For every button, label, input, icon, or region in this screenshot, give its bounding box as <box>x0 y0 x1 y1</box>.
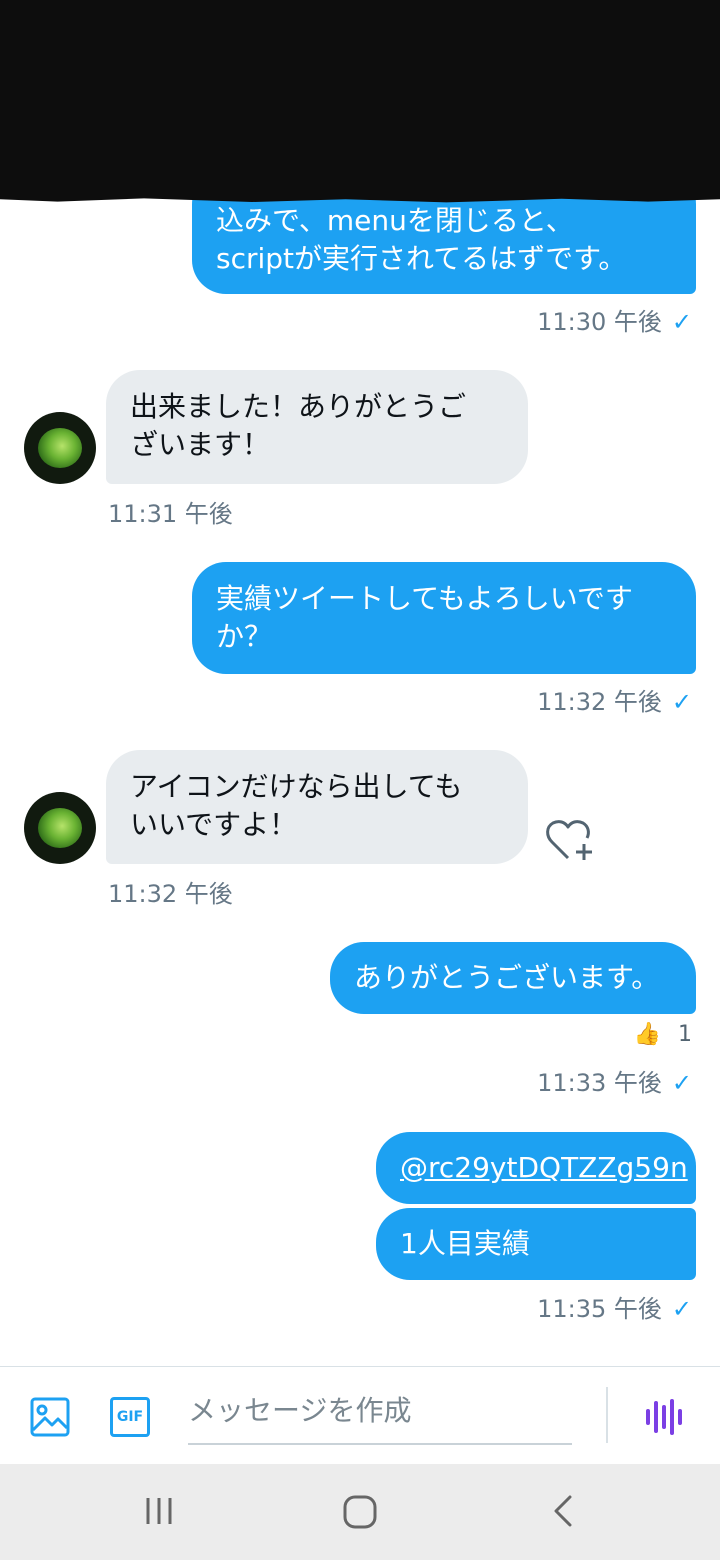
message-text-line: 込みで、menuを閉じると、 <box>216 204 574 237</box>
message-text-line: ざいます！ <box>130 428 271 461</box>
message-text-line: か？ <box>216 620 273 653</box>
mention-link[interactable]: @rc29ytDQTZZg59n <box>400 1151 688 1184</box>
message-timestamp: 11:31 午後 <box>108 500 233 528</box>
gif-icon[interactable]: GIF <box>110 1397 150 1437</box>
avatar-image <box>38 428 82 468</box>
message-input[interactable]: メッセージを作成 <box>188 1391 572 1445</box>
read-receipt-icon: ✓ <box>671 308 692 336</box>
message-bubble-outgoing[interactable]: ありがとうございます。 <box>330 942 696 1014</box>
message-bubble-outgoing[interactable]: @rc29ytDQTZZg59n <box>376 1132 696 1204</box>
reaction-count: 1 <box>678 1022 692 1047</box>
avatar[interactable] <box>24 792 96 864</box>
avatar-image <box>38 808 82 848</box>
composer-divider <box>606 1387 608 1443</box>
voice-message-icon[interactable] <box>644 1397 684 1437</box>
message-timestamp: 11:32 午後 <box>108 880 233 908</box>
message-bubble-incoming[interactable]: アイコンだけなら出しても いいですよ！ <box>106 750 528 864</box>
message-text: 1人目実績 <box>400 1227 530 1260</box>
message-timestamp: 11:33 午後 ✓ <box>537 1063 692 1098</box>
add-reaction-heart-icon[interactable] <box>544 818 596 864</box>
message-bubble-outgoing[interactable]: 1人目実績 <box>376 1208 696 1280</box>
redacted-header <box>0 0 720 198</box>
message-text: ありがとうございます。 <box>354 961 660 994</box>
message-text-line: scriptが実行されてるはずです。 <box>216 242 627 275</box>
read-receipt-icon: ✓ <box>671 1295 692 1323</box>
timestamp-text: 11:35 午後 <box>537 1295 662 1323</box>
back-icon[interactable] <box>548 1494 578 1528</box>
message-text-line: いいですよ！ <box>130 808 298 841</box>
timestamp-text: 11:32 午後 <box>537 688 662 716</box>
timestamp-text: 11:30 午後 <box>537 308 662 336</box>
recent-apps-icon[interactable] <box>142 1494 176 1528</box>
message-timestamp: 11:32 午後 ✓ <box>537 682 692 717</box>
system-navigation-bar <box>0 1464 720 1560</box>
thumbs-up-reaction-icon: 👍 <box>633 1022 661 1047</box>
message-composer: GIF メッセージを作成 <box>0 1366 720 1465</box>
image-icon[interactable] <box>30 1397 70 1437</box>
avatar[interactable] <box>24 412 96 484</box>
message-text-line: 出来ました！ありがとうご <box>130 390 467 423</box>
timestamp-text: 11:33 午後 <box>537 1069 662 1097</box>
message-bubble-incoming[interactable]: 出来ました！ありがとうご ざいます！ <box>106 370 528 484</box>
read-receipt-icon: ✓ <box>671 688 692 716</box>
message-bubble-outgoing[interactable]: 実績ツイートしてもよろしいです か？ <box>192 562 696 674</box>
read-receipt-icon: ✓ <box>671 1069 692 1097</box>
home-icon[interactable] <box>342 1494 378 1530</box>
message-timestamp: 11:35 午後 ✓ <box>537 1289 692 1324</box>
message-text-line: 実績ツイートしてもよろしいです <box>216 582 633 615</box>
message-timestamp: 11:30 午後 ✓ <box>537 302 692 337</box>
reaction-badge[interactable]: 👍 1 <box>634 1022 692 1047</box>
message-text-line: アイコンだけなら出しても <box>130 770 463 803</box>
